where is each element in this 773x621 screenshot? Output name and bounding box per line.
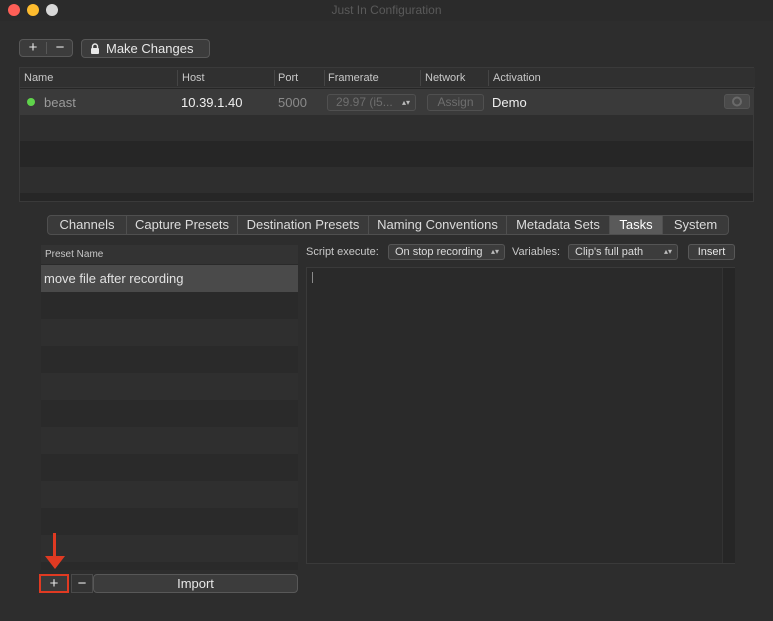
make-changes-label: Make Changes: [106, 41, 194, 56]
empty-row: [41, 427, 298, 454]
add-remove-segmented-control: + −: [19, 39, 73, 57]
app-window: Just In Configuration + − Make Changes N…: [0, 0, 773, 621]
select-caret-icon: ▴▾: [490, 247, 499, 256]
add-preset-button[interactable]: +: [39, 574, 69, 593]
select-caret-icon: ▴▾: [663, 247, 672, 256]
select-caret-icon: ▴▾: [401, 98, 410, 107]
table-header-row: Name Host Port Framerate Network Activat…: [20, 68, 755, 88]
empty-row: [20, 167, 753, 193]
column-header-framerate[interactable]: Framerate: [328, 72, 379, 84]
channels-table: Name Host Port Framerate Network Activat…: [19, 67, 755, 202]
row-activation: Demo: [492, 95, 527, 110]
tab-tasks[interactable]: Tasks: [609, 215, 663, 235]
column-header-name[interactable]: Name: [24, 72, 53, 84]
preset-controls: + − Import: [39, 574, 298, 593]
script-editor[interactable]: [306, 267, 735, 564]
table-row[interactable]: beast 10.39.1.40 5000 29.97 (i5... ▴▾ As…: [20, 89, 753, 115]
status-indicator: [27, 98, 35, 106]
column-header-host[interactable]: Host: [182, 72, 205, 84]
column-header-activation[interactable]: Activation: [493, 72, 541, 84]
variables-select[interactable]: Clip's full path ▴▾: [568, 244, 678, 260]
remove-channel-button[interactable]: −: [47, 40, 73, 56]
scrollbar[interactable]: [722, 268, 735, 563]
make-changes-button[interactable]: Make Changes: [81, 39, 210, 58]
row-settings-button[interactable]: [724, 94, 750, 109]
empty-row: [41, 373, 298, 400]
tab-system[interactable]: System: [662, 215, 729, 235]
row-name: beast: [44, 95, 76, 110]
tab-channels[interactable]: Channels: [47, 215, 127, 235]
insert-button[interactable]: Insert: [688, 244, 735, 260]
assign-network-button[interactable]: Assign: [427, 94, 484, 111]
preset-list-header[interactable]: Preset Name: [41, 245, 298, 264]
empty-row: [20, 141, 753, 167]
empty-row: [41, 481, 298, 508]
row-port: 5000: [278, 95, 307, 110]
script-execute-label: Script execute:: [306, 246, 379, 258]
remove-preset-button[interactable]: −: [71, 574, 93, 593]
tab-naming-conventions[interactable]: Naming Conventions: [368, 215, 507, 235]
annotation-arrow-icon: [45, 556, 65, 569]
empty-row: [41, 535, 298, 562]
script-execute-select[interactable]: On stop recording ▴▾: [388, 244, 505, 260]
window-title: Just In Configuration: [331, 3, 442, 17]
column-header-network[interactable]: Network: [425, 72, 465, 84]
empty-row: [20, 115, 753, 141]
preset-list: Preset Name move file after recording: [41, 245, 298, 570]
tab-destination-presets[interactable]: Destination Presets: [237, 215, 369, 235]
row-host: 10.39.1.40: [181, 95, 243, 110]
annotation-arrow-shaft: [53, 533, 56, 557]
tab-metadata-sets[interactable]: Metadata Sets: [506, 215, 610, 235]
column-header-port[interactable]: Port: [278, 72, 298, 84]
text-cursor: [312, 272, 313, 283]
empty-row: [41, 319, 298, 346]
import-button[interactable]: Import: [93, 574, 298, 593]
tab-capture-presets[interactable]: Capture Presets: [126, 215, 238, 235]
variables-label: Variables:: [512, 246, 561, 258]
framerate-select[interactable]: 29.97 (i5... ▴▾: [327, 94, 416, 111]
title-bar: Just In Configuration: [0, 0, 773, 21]
add-channel-button[interactable]: +: [20, 40, 46, 56]
list-item[interactable]: move file after recording: [41, 265, 298, 292]
gear-icon: [732, 96, 742, 107]
lock-icon: [91, 43, 99, 54]
